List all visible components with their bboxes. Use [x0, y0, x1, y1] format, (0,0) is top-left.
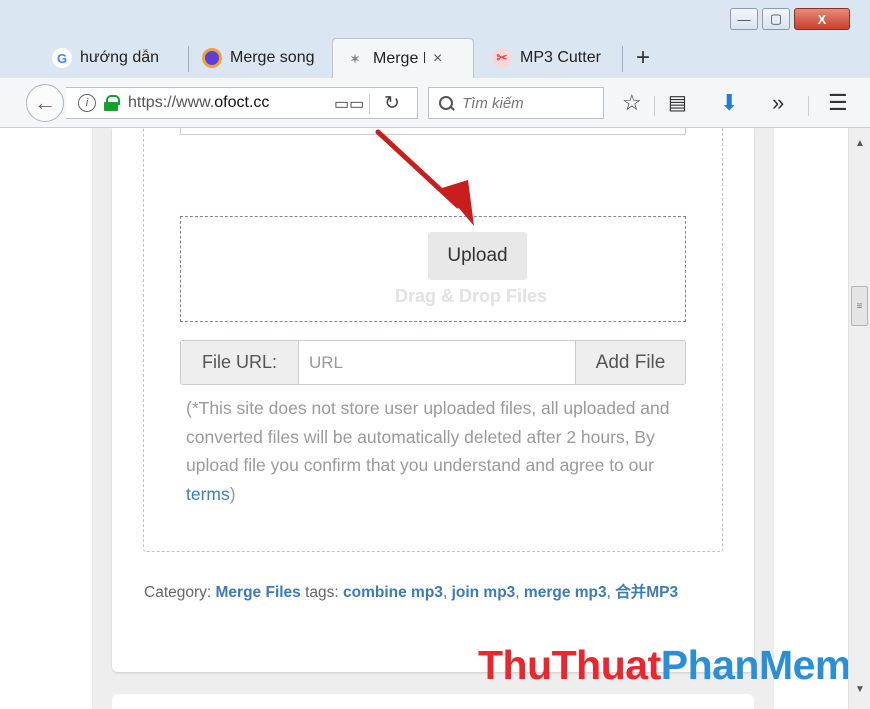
close-window-button[interactable]: X — [794, 8, 850, 30]
upload-button[interactable]: Upload — [428, 232, 527, 280]
tag-link[interactable]: merge mp3 — [524, 584, 607, 601]
tab-label: Merge song — [230, 49, 315, 66]
watermark-part2: PhanMem.vn — [660, 642, 848, 688]
tab-label: Merge N — [373, 49, 425, 67]
minimize-icon: — — [737, 11, 751, 27]
toolbar-separator — [808, 96, 809, 116]
tab-separator — [622, 46, 623, 72]
close-tab-icon[interactable]: × — [433, 50, 442, 68]
next-card — [112, 694, 754, 709]
maximize-button[interactable]: ▢ — [762, 8, 790, 30]
new-tab-button[interactable]: + — [636, 46, 650, 70]
red-arrow-annotation — [375, 129, 474, 226]
search-input[interactable] — [462, 94, 602, 112]
download-icon[interactable]: ⬇ — [720, 89, 738, 117]
page-viewport: Upload Drag & Drop Files File URL: Add F… — [0, 128, 848, 709]
category-prefix: Category: — [144, 584, 216, 601]
url-input[interactable] — [299, 341, 575, 384]
category-line: Category: Merge Files tags: combine mp3,… — [144, 584, 679, 601]
tab-label: hướng dẫn — [80, 49, 160, 66]
overflow-icon[interactable]: » — [772, 89, 784, 117]
google-icon: G — [52, 48, 72, 68]
watermark-part1: ThuThuat — [478, 642, 661, 688]
drag-drop-label: Drag & Drop Files — [395, 286, 548, 306]
note-text: (*This site does not store user uploaded… — [186, 398, 670, 475]
fox-icon: ✶ — [349, 51, 361, 66]
note-end: ) — [229, 483, 236, 504]
hamburger-menu-icon[interactable]: ☰ — [828, 89, 848, 117]
arrow-head — [442, 180, 474, 226]
navigation-bar: ← i https://www.ofoct.cc ▭▭ ↻ ☆ ▤ ⬇ » ☰ — [0, 78, 870, 128]
tag-link[interactable]: 合并MP3 — [615, 584, 678, 601]
purple-circle-icon — [202, 48, 222, 68]
tab-label: MP3 Cutter — [520, 49, 601, 66]
tab-strip: G hướng dẫn Merge song ✶ Merge N × ✂ MP3… — [0, 30, 870, 82]
minimize-button[interactable]: — — [730, 8, 758, 30]
category-link[interactable]: Merge Files — [216, 584, 301, 601]
arrow-shaft — [375, 129, 461, 209]
scroll-down-icon[interactable]: ▼ — [855, 684, 865, 695]
close-icon: X — [817, 11, 827, 27]
vertical-scrollbar[interactable]: ▲ ≡ ▼ — [848, 128, 870, 709]
tab-separator — [188, 46, 189, 72]
toolbar-separator — [654, 96, 655, 116]
reader-view-icon[interactable]: ▭▭ — [334, 94, 364, 114]
tab-merge-active[interactable]: ✶ Merge N × — [332, 38, 474, 78]
scrollbar-thumb[interactable]: ≡ — [851, 286, 868, 326]
tag-link[interactable]: combine mp3 — [343, 584, 443, 601]
reload-icon[interactable]: ↻ — [384, 92, 400, 115]
back-arrow-icon: ← — [34, 90, 56, 115]
url-text[interactable]: https://www.ofoct.cc — [128, 94, 318, 112]
file-url-group: File URL: Add File — [180, 340, 686, 385]
search-icon — [439, 95, 454, 111]
url-prefix: https://www. — [128, 94, 215, 111]
scroll-up-icon[interactable]: ▲ — [855, 138, 865, 149]
tab-mp3-cutter[interactable]: ✂ MP3 Cutter — [480, 40, 622, 76]
bookmarks-menu-icon[interactable]: ▤ — [668, 89, 687, 117]
url-separator — [369, 94, 370, 114]
info-icon[interactable]: i — [78, 94, 96, 112]
maximize-icon: ▢ — [769, 11, 783, 26]
tag-link[interactable]: join mp3 — [452, 584, 516, 601]
scissors-icon: ✂ — [492, 48, 512, 68]
privacy-note: (*This site does not store user uploaded… — [186, 394, 676, 508]
terms-link[interactable]: terms — [186, 484, 230, 504]
tab-merge-song[interactable]: Merge song — [190, 40, 332, 76]
file-url-label: File URL: — [181, 341, 299, 384]
url-bar[interactable]: i https://www.ofoct.cc ▭▭ ↻ — [66, 87, 418, 119]
search-bar[interactable] — [428, 87, 604, 119]
tags-label: tags: — [300, 584, 344, 601]
back-button[interactable]: ← — [26, 84, 64, 122]
bookmark-star-icon[interactable]: ☆ — [622, 89, 642, 117]
url-domain: ofoct.cc — [214, 94, 270, 111]
watermark: ThuThuatPhanMem.vn — [478, 642, 848, 689]
lock-icon — [104, 95, 120, 111]
tab-huong-dan[interactable]: G hướng dẫn — [40, 40, 190, 76]
add-file-button[interactable]: Add File — [575, 341, 685, 384]
